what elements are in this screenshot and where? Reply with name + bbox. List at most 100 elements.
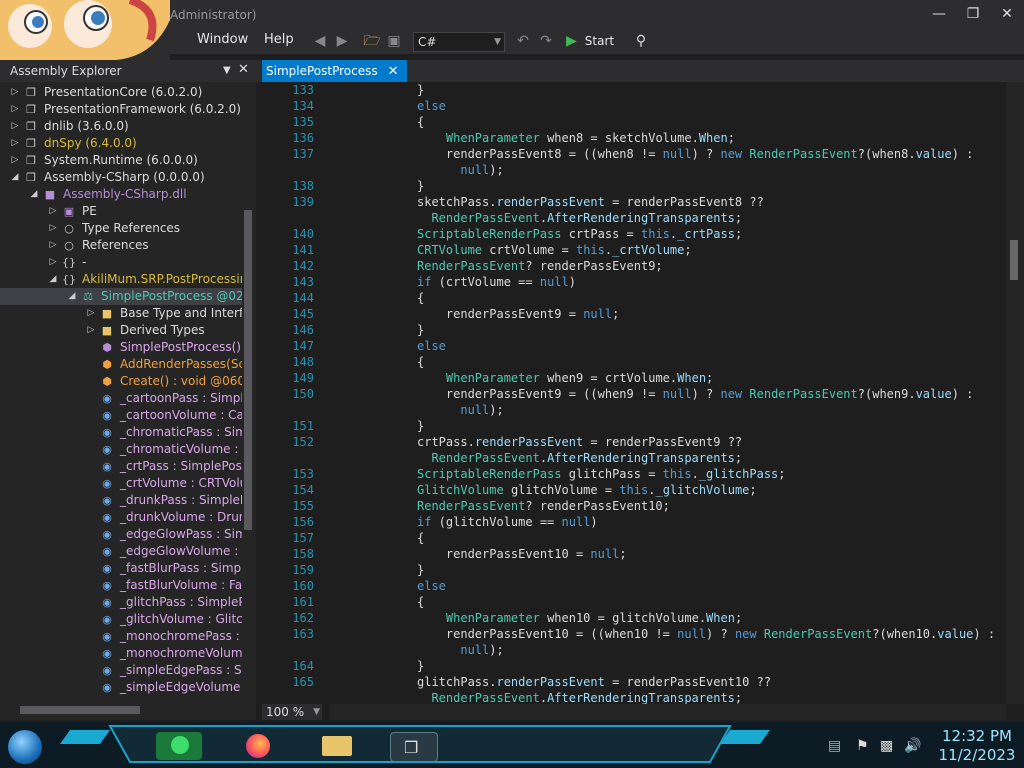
zoom-select[interactable]: 100 % ▼ xyxy=(262,704,322,720)
collapsed-arrow-icon[interactable]: ▷ xyxy=(86,305,96,322)
expanded-arrow-icon[interactable]: ◢ xyxy=(67,288,77,305)
editor-vertical-scrollbar[interactable] xyxy=(1006,82,1024,704)
collapsed-arrow-icon[interactable]: ▷ xyxy=(48,220,58,237)
tree-item[interactable]: ◉ _crtPass : SimplePostP xyxy=(0,458,242,475)
collapsed-arrow-icon[interactable]: ▷ xyxy=(10,101,20,118)
tree-item[interactable]: ◉ _monochromePass : Si xyxy=(0,628,242,645)
code-line: 154 GlitchVolume glitchVolume = this._gli… xyxy=(260,482,1006,498)
collapsed-arrow-icon[interactable]: ▷ xyxy=(48,203,58,220)
language-select[interactable]: C# ▼ xyxy=(413,32,505,52)
maximize-button[interactable]: ❐ xyxy=(958,4,988,24)
tree-item[interactable]: ◉ _edgeGlowPass : Simp xyxy=(0,526,242,543)
code-line: 157 { xyxy=(260,530,1006,546)
tree-item[interactable]: ▷ ❐ PresentationFramework (6.0.2.0) xyxy=(0,101,242,118)
tree-item[interactable]: ▷ ○ References xyxy=(0,237,242,254)
tree-item[interactable]: ▷ ▣ PE xyxy=(0,203,242,220)
taskbar xyxy=(0,722,1024,768)
code-text: } xyxy=(417,659,425,673)
tree-item-label: PresentationCore (6.0.2.0) xyxy=(44,85,203,99)
taskbar-app-firefox[interactable] xyxy=(236,732,282,760)
start-orb[interactable] xyxy=(8,730,42,764)
collapsed-arrow-icon[interactable]: ▷ xyxy=(10,118,20,135)
tree-item[interactable]: ◢ ❐ Assembly-CSharp (0.0.0.0) xyxy=(0,169,242,186)
network-icon[interactable]: ▩ xyxy=(880,738,893,754)
code-line: 164} xyxy=(260,658,1006,674)
tree-item[interactable]: ▷ ❐ dnSpy (6.4.0.0) xyxy=(0,135,242,152)
search-icon[interactable]: ⚲ xyxy=(632,32,650,50)
tree-item[interactable]: ◉ _glitchVolume : Glitch xyxy=(0,611,242,628)
minimize-button[interactable]: — xyxy=(924,4,954,24)
system-clock[interactable]: 12:32 PM 11/2/2023 xyxy=(936,727,1018,765)
collapsed-arrow-icon[interactable]: ▷ xyxy=(10,135,20,152)
tree-item[interactable]: ◉ _cartoonVolume : Cart xyxy=(0,407,242,424)
tree-item[interactable]: ◉ _glitchPass : SimplePo xyxy=(0,594,242,611)
tree-item[interactable]: ⬢ SimplePostProcess() : v xyxy=(0,339,242,356)
start-button[interactable]: ▶ Start xyxy=(566,32,614,50)
collapsed-arrow-icon[interactable]: ▷ xyxy=(48,254,58,271)
tree-item[interactable]: ◉ _chromaticPass : Simp xyxy=(0,424,242,441)
code-editor[interactable]: 133} 134 else 135{136 WhenParameter when8 =… xyxy=(260,82,1006,704)
tree-node-icon: ▣ xyxy=(63,205,75,218)
tree-item[interactable]: ⬢ Create() : void @06000 xyxy=(0,373,242,390)
tree-item[interactable]: ◢ {} AkiliMum.SRP.PostProcessing xyxy=(0,271,242,288)
line-number: 159 xyxy=(292,563,314,577)
close-window-button[interactable]: ✕ xyxy=(992,4,1022,24)
tree-item[interactable]: ⬢ AddRenderPasses(Scrip xyxy=(0,356,242,373)
tree-item[interactable]: ▷ ❐ System.Runtime (6.0.0.0) xyxy=(0,152,242,169)
code-text: renderPassEvent8 = ((when8 != null) ? ne… xyxy=(445,147,974,161)
editor-horizontal-scrollbar[interactable] xyxy=(330,704,1006,720)
navigate-back-icon[interactable]: ◀ xyxy=(311,32,329,50)
menu-window[interactable]: Window xyxy=(197,32,248,47)
open-folder-icon[interactable]: 🗁 xyxy=(363,32,381,50)
tree-item[interactable]: ▷ ❐ dnlib (3.6.0.0) xyxy=(0,118,242,135)
tree-item[interactable]: ◢ ■ Assembly-CSharp.dll xyxy=(0,186,242,203)
expanded-arrow-icon[interactable]: ◢ xyxy=(48,271,58,288)
volume-icon[interactable]: 🔊 xyxy=(904,738,921,754)
taskbar-app-explorer[interactable] xyxy=(314,732,360,760)
tree-item[interactable]: ◉ _drunkPass : SimplePo xyxy=(0,492,242,509)
tree-item[interactable]: ◉ _fastBlurVolume : Fastl xyxy=(0,577,242,594)
chevron-down-icon[interactable]: ▼ xyxy=(223,65,231,76)
tree-item[interactable]: ▷ ■ Base Type and Interfac xyxy=(0,305,242,322)
redo-icon[interactable]: ↷ xyxy=(537,32,555,50)
tree-item[interactable]: ◉ _crtVolume : CRTVolun xyxy=(0,475,242,492)
close-panel-button[interactable]: ✕ xyxy=(238,62,249,77)
collapsed-arrow-icon[interactable]: ▷ xyxy=(10,84,20,101)
tree-item[interactable]: ▷ {} - xyxy=(0,254,242,271)
tree-item-label: Base Type and Interfac xyxy=(120,306,242,320)
tree-item[interactable]: ◢ ⚖ SimplePostProcess @0200 xyxy=(0,288,242,305)
taskbar-app-dnspy[interactable]: ❐ xyxy=(390,732,438,762)
scrollbar-thumb[interactable] xyxy=(1010,240,1018,280)
menu-help[interactable]: Help xyxy=(264,32,294,47)
tree-item[interactable]: ▷ ■ Derived Types xyxy=(0,322,242,339)
tree-item-label: _fastBlurVolume : Fastl xyxy=(120,578,242,592)
tree-item[interactable]: ▷ ❐ PresentationCore (6.0.2.0) xyxy=(0,84,242,101)
tree-item[interactable]: ▷ ○ Type References xyxy=(0,220,242,237)
tree-item[interactable]: ◉ _monochromeVolume xyxy=(0,645,242,662)
collapsed-arrow-icon[interactable]: ▷ xyxy=(86,322,96,339)
code-text: { xyxy=(417,355,425,369)
flag-icon[interactable]: ⚑ xyxy=(856,738,869,754)
tree-item[interactable]: ◉ _fastBlurPass : SimpleP xyxy=(0,560,242,577)
tree-item[interactable]: ◉ _simpleEdgePass : Sim xyxy=(0,662,242,679)
tree-item-label: SimplePostProcess() : v xyxy=(120,340,242,354)
explorer-horizontal-scrollbar[interactable] xyxy=(20,706,140,714)
tab-simplepostprocess[interactable]: SimplePostProcess ✕ xyxy=(262,60,407,82)
expanded-arrow-icon[interactable]: ◢ xyxy=(29,186,39,203)
collapsed-arrow-icon[interactable]: ▷ xyxy=(10,152,20,169)
tree-item[interactable]: ◉ _simpleEdgeVolume : xyxy=(0,679,242,696)
close-icon[interactable]: ✕ xyxy=(388,64,399,79)
tree-item[interactable]: ◉ _cartoonPass : SimpleP xyxy=(0,390,242,407)
taskbar-app-notes[interactable] xyxy=(156,732,202,760)
navigate-forward-icon[interactable]: ▶ xyxy=(333,32,351,50)
undo-icon[interactable]: ↶ xyxy=(514,32,532,50)
save-icon[interactable]: ▣ xyxy=(385,32,403,50)
tree-item[interactable]: ◉ _edgeGlowVolume : Ec xyxy=(0,543,242,560)
tree-item[interactable]: ◉ _chromaticVolume : C xyxy=(0,441,242,458)
collapsed-arrow-icon[interactable]: ▷ xyxy=(48,237,58,254)
explorer-vertical-scrollbar[interactable] xyxy=(244,210,252,530)
tree-item[interactable]: ◉ _drunkVolume : Drunk xyxy=(0,509,242,526)
code-line: 140 ScriptableRenderPass crtPass = this._… xyxy=(260,226,1006,242)
expanded-arrow-icon[interactable]: ◢ xyxy=(10,169,20,186)
tray-app-icon[interactable]: ▤ xyxy=(828,738,841,754)
